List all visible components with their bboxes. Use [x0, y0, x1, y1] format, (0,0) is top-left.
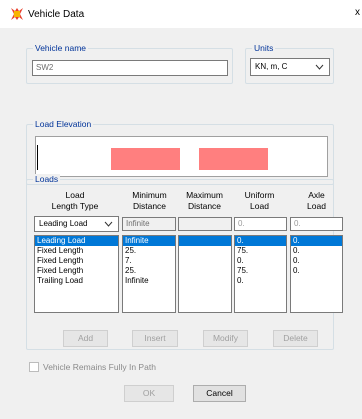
- list-item[interactable]: [179, 246, 231, 256]
- load-elevation-canvas: [35, 136, 328, 177]
- list-item[interactable]: Infinite: [123, 236, 175, 246]
- header-load-length-type: Load Length Type: [51, 190, 99, 211]
- elevation-start-line: [37, 145, 38, 170]
- uniform-load-bar: [111, 148, 180, 170]
- units-dropdown[interactable]: KN, m, C: [250, 58, 330, 76]
- axle-load-list[interactable]: 0. 0. 0. 0.: [290, 235, 343, 313]
- load-type-selected-value: Leading Load: [39, 219, 88, 228]
- list-item[interactable]: 0.: [235, 276, 286, 286]
- list-item[interactable]: 25.: [123, 246, 175, 256]
- minimum-distance-list[interactable]: Infinite 25. 7. 25. Infinite: [122, 235, 176, 313]
- axle-load-input[interactable]: 0.: [290, 217, 343, 231]
- list-item[interactable]: Trailing Load: [35, 276, 118, 286]
- list-item[interactable]: Fixed Length: [35, 266, 118, 276]
- vehicle-remains-in-path-checkbox[interactable]: [29, 362, 39, 372]
- add-button[interactable]: Add: [63, 330, 108, 347]
- list-item[interactable]: Fixed Length: [35, 256, 118, 266]
- list-item[interactable]: 0.: [235, 256, 286, 266]
- uniform-load-bar: [199, 148, 268, 170]
- list-item[interactable]: [179, 256, 231, 266]
- list-item[interactable]: 75.: [235, 246, 286, 256]
- list-item[interactable]: Fixed Length: [35, 246, 118, 256]
- title-bar: Vehicle Data x: [0, 0, 362, 28]
- load-type-dropdown[interactable]: Leading Load: [34, 216, 119, 232]
- list-item[interactable]: 0.: [235, 236, 286, 246]
- list-item[interactable]: 0.: [291, 246, 342, 256]
- modify-button[interactable]: Modify: [203, 330, 248, 347]
- ok-button[interactable]: OK: [124, 385, 174, 402]
- header-maximum-distance: Maximum Distance: [186, 190, 223, 211]
- maximum-distance-list[interactable]: [178, 235, 232, 313]
- header-axle-load: Axle Load: [307, 190, 326, 211]
- vehicle-name-input[interactable]: SW2: [32, 60, 228, 76]
- insert-button[interactable]: Insert: [132, 330, 178, 347]
- list-item[interactable]: Infinite: [123, 276, 175, 286]
- header-uniform-load: Uniform Load: [244, 190, 275, 211]
- vehicle-name-label: Vehicle name: [33, 43, 89, 53]
- header-minimum-distance: Minimum Distance: [132, 190, 167, 211]
- minimum-distance-input: Infinite: [122, 217, 176, 231]
- chevron-down-icon: [104, 221, 113, 227]
- vehicle-remains-in-path-label: Vehicle Remains Fully In Path: [43, 362, 156, 372]
- maximum-distance-input: [178, 217, 232, 231]
- delete-button[interactable]: Delete: [273, 330, 318, 347]
- window-title: Vehicle Data: [28, 9, 85, 20]
- close-icon[interactable]: x: [355, 7, 360, 18]
- list-item[interactable]: [179, 266, 231, 276]
- list-item[interactable]: 0.: [291, 236, 342, 246]
- loads-label: Loads: [33, 174, 61, 184]
- list-item[interactable]: 25.: [123, 266, 175, 276]
- app-logo-icon: [11, 8, 23, 20]
- list-item[interactable]: Leading Load: [35, 236, 118, 246]
- cancel-button[interactable]: Cancel: [193, 385, 246, 402]
- units-selected-value: KN, m, C: [255, 62, 288, 71]
- list-item[interactable]: 7.: [123, 256, 175, 266]
- list-item[interactable]: [291, 276, 342, 286]
- units-label: Units: [252, 43, 276, 53]
- list-item[interactable]: [179, 276, 231, 286]
- load-type-list[interactable]: Leading Load Fixed Length Fixed Length F…: [34, 235, 119, 313]
- list-item[interactable]: 0.: [291, 256, 342, 266]
- uniform-load-input[interactable]: 0.: [234, 217, 287, 231]
- load-elevation-label: Load Elevation: [33, 119, 94, 129]
- uniform-load-list[interactable]: 0. 75. 0. 75. 0.: [234, 235, 287, 313]
- list-item[interactable]: [179, 236, 231, 246]
- chevron-down-icon: [315, 64, 324, 70]
- list-item[interactable]: 75.: [235, 266, 286, 276]
- list-item[interactable]: 0.: [291, 266, 342, 276]
